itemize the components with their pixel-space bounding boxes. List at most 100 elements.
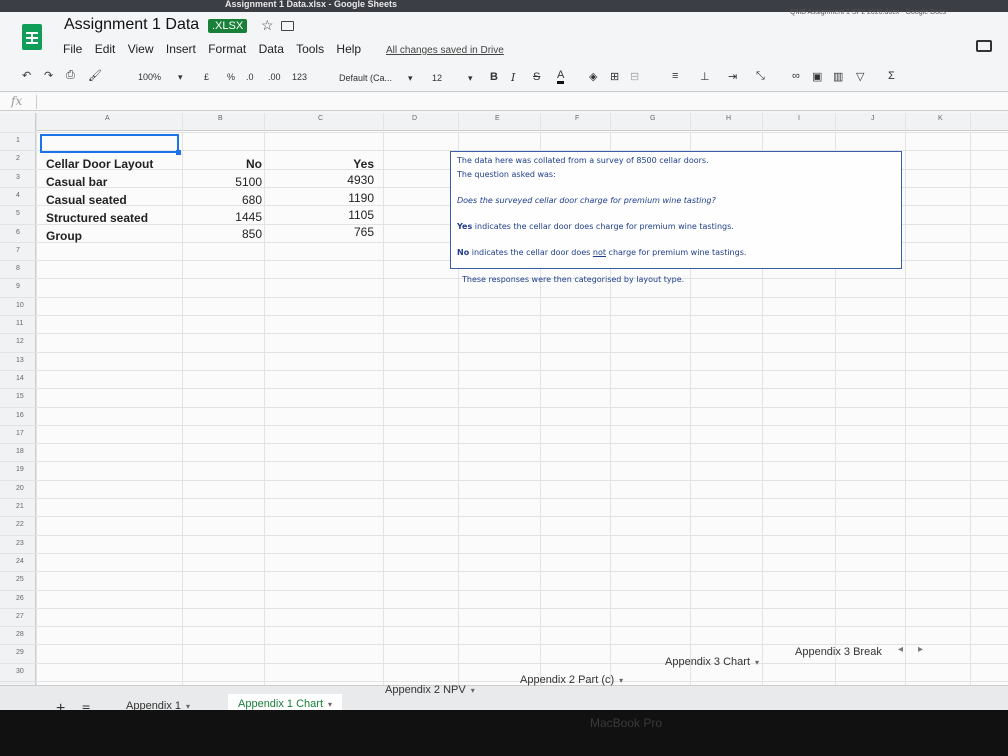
spreadsheet-grid[interactable]: A B C D E F G H I J K 1 2 3 4 5 6 7 8 9 10 11 12 13 1… (0, 113, 1008, 685)
font-size-select[interactable]: 12 (432, 73, 442, 83)
row-label-casual-bar[interactable]: Casual bar (46, 175, 107, 189)
column-header-f[interactable]: F (575, 115, 579, 122)
row-header[interactable]: 15 (16, 393, 24, 400)
selected-cell-a1[interactable] (40, 134, 181, 155)
scroll-tabs-right-icon[interactable]: ▸ (918, 644, 923, 655)
tab-dropdown-icon[interactable]: ▾ (619, 676, 623, 685)
row-header[interactable]: 10 (16, 302, 24, 309)
cell-casual-seated-yes[interactable]: 1190 (300, 191, 374, 205)
menu-file[interactable]: File (63, 42, 82, 56)
row-header[interactable]: 26 (16, 595, 24, 602)
cell-casual-bar-yes[interactable]: 4930 (300, 173, 374, 187)
scroll-tabs-left-icon[interactable]: ◂ (898, 644, 903, 655)
undo-icon[interactable]: ↶ (22, 69, 31, 82)
row-header[interactable]: 22 (16, 521, 24, 528)
italic-button[interactable]: I (511, 71, 515, 84)
cell-casual-bar-no[interactable]: 5100 (200, 175, 262, 189)
zoom-chevron-down-icon[interactable]: ▾ (178, 72, 183, 83)
header-no[interactable]: No (200, 157, 262, 171)
cell-group-no[interactable]: 850 (200, 227, 262, 241)
column-header-i[interactable]: I (798, 115, 800, 122)
row-header[interactable]: 4 (16, 192, 20, 199)
column-header-h[interactable]: H (726, 115, 731, 122)
column-header-b[interactable]: B (218, 115, 223, 122)
column-header-j[interactable]: J (871, 115, 875, 122)
decrease-decimal-button[interactable]: .0 (246, 72, 254, 82)
row-header[interactable]: 9 (16, 283, 20, 290)
cell-structured-seated-yes[interactable]: 1105 (300, 208, 374, 222)
row-header[interactable]: 23 (16, 540, 24, 547)
strikethrough-button[interactable]: S (533, 71, 540, 83)
percent-format-button[interactable]: % (227, 72, 235, 82)
currency-format-button[interactable]: £ (204, 72, 209, 82)
row-header[interactable]: 3 (16, 174, 20, 181)
tab-appendix-2-part-c[interactable]: Appendix 2 Part (c) ▾ (520, 674, 623, 686)
row-header[interactable]: 30 (16, 668, 24, 675)
row-header[interactable]: 8 (16, 265, 20, 272)
row-label-casual-seated[interactable]: Casual seated (46, 193, 127, 207)
document-title[interactable]: Assignment 1 Data (64, 16, 199, 34)
row-header[interactable]: 2 (16, 155, 20, 162)
row-header[interactable]: 17 (16, 430, 24, 437)
paint-format-icon[interactable]: 🖌 (88, 69, 102, 82)
row-header[interactable]: 24 (16, 558, 24, 565)
menu-insert[interactable]: Insert (166, 42, 196, 56)
insert-comment-icon[interactable]: ▣ (812, 70, 822, 83)
cell-casual-seated-no[interactable]: 680 (200, 193, 262, 207)
menu-help[interactable]: Help (336, 42, 361, 56)
row-header[interactable]: 16 (16, 412, 24, 419)
tab-appendix-3-break[interactable]: Appendix 3 Break (795, 646, 882, 658)
zoom-select[interactable]: 100% (138, 72, 161, 82)
row-header[interactable]: 13 (16, 357, 24, 364)
cell-structured-seated-no[interactable]: 1445 (200, 210, 262, 224)
bold-button[interactable]: B (490, 71, 498, 83)
borders-icon[interactable]: ⊞ (610, 70, 619, 83)
column-header-c[interactable]: C (318, 115, 323, 122)
row-header[interactable]: 29 (16, 649, 24, 656)
menu-tools[interactable]: Tools (296, 42, 324, 56)
menu-view[interactable]: View (128, 42, 154, 56)
row-header[interactable]: 11 (16, 320, 23, 327)
column-header-e[interactable]: E (495, 115, 500, 122)
row-header[interactable]: 6 (16, 229, 20, 236)
other-window-title[interactable]: QMB Assignment 1 SP2 2020.docx - Google … (790, 9, 946, 16)
row-header[interactable]: 19 (16, 466, 24, 473)
tab-dropdown-icon[interactable]: ▾ (755, 658, 759, 667)
row-header[interactable]: 20 (16, 485, 24, 492)
row-label-group[interactable]: Group (46, 229, 82, 243)
row-header[interactable]: 14 (16, 375, 24, 382)
row-header[interactable]: 12 (16, 338, 24, 345)
column-header-a[interactable]: A (105, 115, 110, 122)
star-icon[interactable]: ☆ (261, 17, 274, 34)
filter-icon[interactable]: ▽ (856, 70, 864, 83)
column-header-g[interactable]: G (650, 115, 655, 122)
tab-appendix-2-npv[interactable]: Appendix 2 NPV ▾ (385, 684, 475, 696)
comments-icon[interactable] (976, 40, 992, 52)
header-layout[interactable]: Cellar Door Layout (46, 157, 153, 171)
cell-group-yes[interactable]: 765 (300, 225, 374, 239)
tab-dropdown-icon[interactable]: ▾ (328, 700, 332, 709)
redo-icon[interactable]: ↷ (44, 69, 53, 82)
row-header[interactable]: 5 (16, 210, 20, 217)
move-folder-icon[interactable] (281, 21, 294, 31)
survey-note-textbox[interactable]: The data here was collated from a survey… (450, 151, 902, 269)
menu-edit[interactable]: Edit (95, 42, 116, 56)
tab-appendix-3-chart[interactable]: Appendix 3 Chart ▾ (665, 656, 759, 668)
fill-color-icon[interactable]: ◈ (589, 70, 597, 83)
insert-link-icon[interactable]: ∞ (792, 70, 800, 82)
column-header-k[interactable]: K (938, 115, 943, 122)
row-header[interactable]: 25 (16, 576, 24, 583)
header-yes[interactable]: Yes (300, 157, 374, 171)
text-rotation-icon[interactable]: ⤡ (756, 70, 765, 83)
increase-decimal-button[interactable]: .00 (268, 72, 281, 82)
horizontal-align-icon[interactable]: ≡ (672, 70, 678, 82)
row-header[interactable]: 21 (16, 503, 24, 510)
font-select[interactable]: Default (Ca... (339, 73, 392, 83)
insert-chart-icon[interactable]: ▥ (833, 70, 843, 83)
row-header[interactable]: 1 (16, 137, 20, 144)
print-icon[interactable]: ⎙ (66, 69, 75, 82)
more-formats-button[interactable]: 123 (292, 72, 307, 82)
merge-cells-icon[interactable]: ⊟ (630, 70, 639, 83)
column-header-d[interactable]: D (412, 115, 417, 122)
row-header[interactable]: 28 (16, 631, 24, 638)
